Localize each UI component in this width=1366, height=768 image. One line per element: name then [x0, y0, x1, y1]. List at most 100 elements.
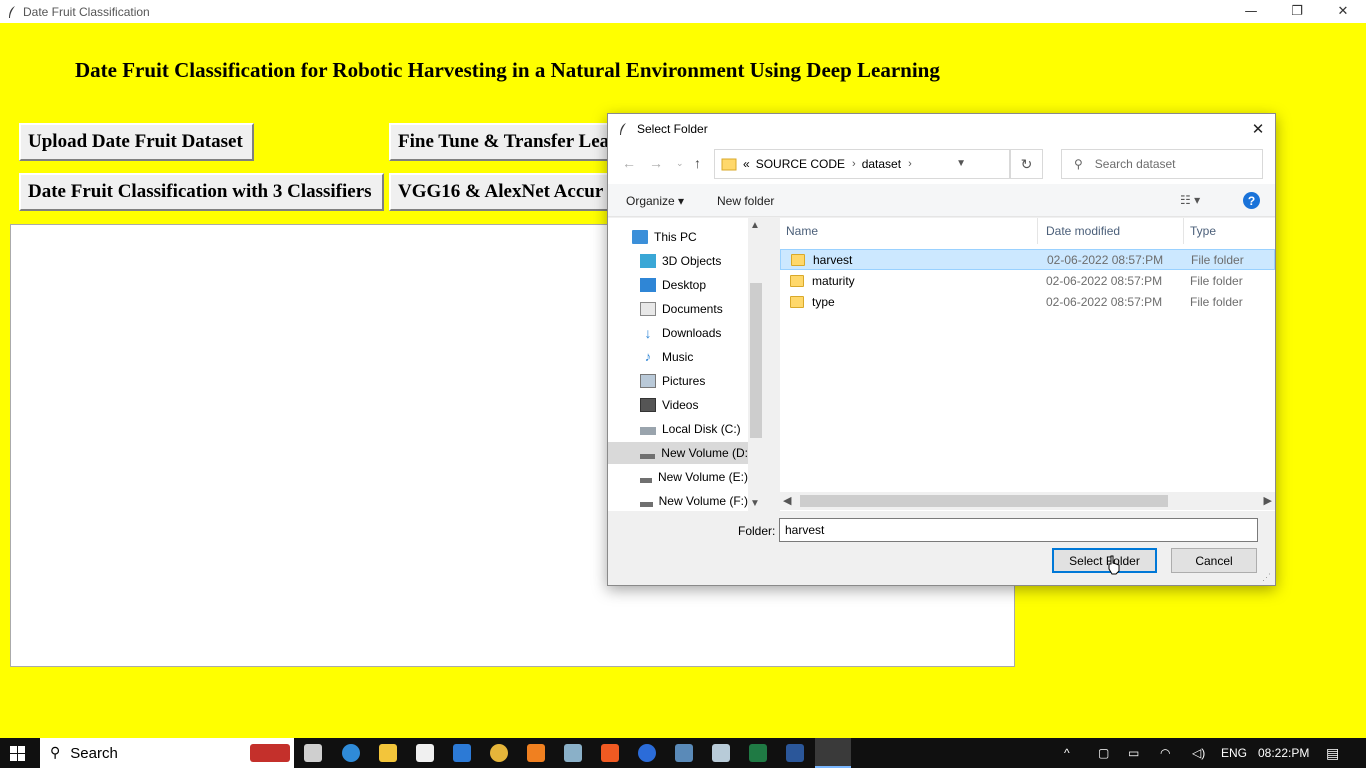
- select-folder-dialog: Select Folder ✕ ← → ⌄ ↑ « SOURCE CODE › …: [607, 113, 1276, 586]
- vgg-alexnet-button[interactable]: VGG16 & AlexNet Accur: [389, 173, 619, 211]
- minimize-button[interactable]: —: [1228, 0, 1274, 23]
- brave-icon[interactable]: [601, 744, 619, 762]
- file-name: harvest: [813, 252, 853, 267]
- refresh-icon[interactable]: ↻: [1010, 150, 1042, 178]
- view-options-icon[interactable]: ☷ ▾: [1180, 193, 1200, 207]
- nav-item-videos[interactable]: Videos: [608, 394, 748, 416]
- task-view-icon[interactable]: [304, 744, 322, 762]
- column-header-name[interactable]: Name: [780, 218, 1038, 244]
- search-box[interactable]: ⚲ Search dataset: [1061, 149, 1263, 179]
- word-icon[interactable]: [786, 744, 804, 762]
- folder-icon: [790, 274, 804, 287]
- nav-item-downloads[interactable]: ↓ Downloads: [608, 322, 748, 344]
- meet-now-icon[interactable]: ▢: [1098, 738, 1109, 768]
- nav-item-music[interactable]: ♪ Music: [608, 346, 748, 368]
- nav-item-this-pc[interactable]: This PC: [608, 226, 748, 248]
- forward-icon[interactable]: →: [649, 155, 663, 171]
- breadcrumb-overflow[interactable]: «: [743, 157, 750, 171]
- organize-button[interactable]: Organize ▾: [626, 194, 684, 208]
- battery-icon[interactable]: ▭: [1128, 738, 1139, 768]
- select-folder-button[interactable]: Select Folder: [1052, 548, 1157, 573]
- documents-icon: [640, 302, 656, 316]
- close-button[interactable]: ✕: [1320, 0, 1366, 23]
- address-dropdown-icon[interactable]: ▼: [956, 158, 966, 169]
- train-icon: [250, 744, 290, 762]
- file-type: File folder: [1191, 252, 1244, 267]
- nav-scrollbar[interactable]: ▲ ▼: [748, 218, 764, 511]
- drive-icon: [640, 477, 652, 483]
- nav-item-label: Videos: [662, 398, 699, 412]
- file-name: maturity: [812, 273, 855, 288]
- app-icon[interactable]: [416, 744, 434, 762]
- nav-item-local-disk[interactable]: Local Disk (C:): [608, 418, 748, 440]
- breadcrumb-separator-icon[interactable]: ›: [852, 158, 856, 170]
- scroll-up-icon[interactable]: ▲: [750, 220, 760, 231]
- scrollbar-thumb[interactable]: [800, 495, 1168, 507]
- fine-tune-button[interactable]: Fine Tune & Transfer Lea: [389, 123, 619, 161]
- language-indicator[interactable]: ENG: [1221, 738, 1247, 768]
- upload-dataset-button[interactable]: Upload Date Fruit Dataset: [19, 123, 254, 161]
- nav-item-volume-d[interactable]: New Volume (D:: [608, 442, 748, 464]
- notepad-icon[interactable]: [712, 744, 730, 762]
- breadcrumb-item[interactable]: SOURCE CODE: [756, 157, 845, 171]
- file-type: File folder: [1190, 294, 1243, 309]
- vscode-icon[interactable]: [453, 744, 471, 762]
- nav-item-3d-objects[interactable]: 3D Objects: [608, 250, 748, 272]
- excel-icon[interactable]: [749, 744, 767, 762]
- dialog-close-icon[interactable]: ✕: [1249, 120, 1267, 138]
- nav-item-pictures[interactable]: Pictures: [608, 370, 748, 392]
- file-row[interactable]: harvest 02-06-2022 08:57:PM File folder: [780, 249, 1275, 270]
- windows-start-icon[interactable]: [10, 746, 25, 761]
- maximize-button[interactable]: ❐: [1274, 0, 1320, 23]
- back-icon[interactable]: ←: [622, 155, 636, 171]
- nav-item-volume-e[interactable]: New Volume (E:): [608, 466, 748, 488]
- nav-item-documents[interactable]: Documents: [608, 298, 748, 320]
- file-date: 02-06-2022 08:57:PM: [1046, 294, 1163, 309]
- python-app-icon[interactable]: [815, 738, 851, 768]
- scrollbar-thumb[interactable]: [750, 283, 762, 438]
- chrome-icon[interactable]: [490, 744, 508, 762]
- drive-icon: [640, 453, 656, 459]
- notifications-icon[interactable]: ▤: [1326, 738, 1339, 768]
- breadcrumb-item[interactable]: dataset: [862, 157, 901, 171]
- volume-icon[interactable]: ◁): [1192, 738, 1205, 768]
- scroll-left-icon[interactable]: ◀: [783, 494, 791, 507]
- horizontal-scrollbar[interactable]: ◀ ▶: [780, 492, 1275, 510]
- address-bar[interactable]: « SOURCE CODE › dataset › ▼ ↻: [714, 149, 1043, 179]
- scroll-down-icon[interactable]: ▼: [750, 498, 760, 509]
- scroll-right-icon[interactable]: ▶: [1264, 494, 1272, 507]
- up-icon[interactable]: ↑: [694, 155, 701, 171]
- column-header-date[interactable]: Date modified: [1040, 218, 1184, 244]
- folder-icon: [790, 295, 804, 308]
- file-row[interactable]: maturity 02-06-2022 08:57:PM File folder: [780, 270, 1275, 291]
- folder-input[interactable]: harvest: [779, 518, 1258, 542]
- clock[interactable]: 08:22:PM: [1258, 738, 1309, 768]
- search-app-icon[interactable]: [527, 744, 545, 762]
- wifi-icon[interactable]: ◠: [1160, 738, 1170, 768]
- file-explorer-icon[interactable]: [379, 744, 397, 762]
- app-icon[interactable]: [675, 744, 693, 762]
- resize-grip-icon[interactable]: ⋰: [1262, 572, 1271, 583]
- column-header-type[interactable]: Type: [1184, 218, 1275, 244]
- cancel-button[interactable]: Cancel: [1171, 548, 1257, 573]
- edge-icon[interactable]: [342, 744, 360, 762]
- file-row[interactable]: type 02-06-2022 08:57:PM File folder: [780, 291, 1275, 312]
- nav-item-label: New Volume (E:): [657, 470, 748, 484]
- breadcrumb-separator-icon[interactable]: ›: [908, 158, 912, 170]
- app-icon[interactable]: [564, 744, 582, 762]
- window-titlebar: Date Fruit Classification — ❐ ✕: [0, 0, 1366, 23]
- page-title: Date Fruit Classification for Robotic Ha…: [75, 58, 940, 82]
- nav-item-volume-f[interactable]: New Volume (F:): [608, 490, 748, 511]
- dialog-titlebar: Select Folder ✕: [608, 114, 1275, 144]
- new-folder-button[interactable]: New folder: [717, 194, 774, 208]
- classify-button[interactable]: Date Fruit Classification with 3 Classif…: [19, 173, 384, 211]
- zoom-icon[interactable]: [638, 744, 656, 762]
- tray-chevron-icon[interactable]: ^: [1064, 738, 1070, 768]
- feather-icon: [4, 4, 20, 20]
- help-icon[interactable]: ?: [1243, 192, 1260, 209]
- mouse-cursor-icon: [1108, 555, 1120, 575]
- nav-item-desktop[interactable]: Desktop: [608, 274, 748, 296]
- recent-chevron-icon[interactable]: ⌄: [676, 158, 684, 169]
- folder-icon: [721, 158, 737, 171]
- file-list: ^ Name Date modified Type harvest 02-06-…: [780, 218, 1275, 511]
